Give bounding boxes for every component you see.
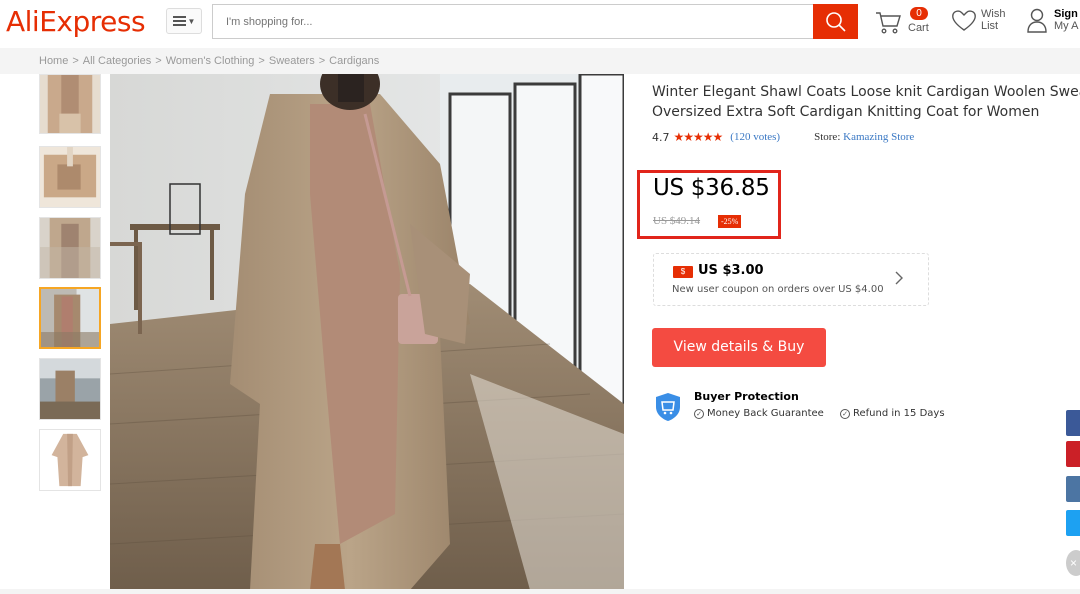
- search-button[interactable]: [813, 4, 858, 39]
- rating-row: 4.7 ★★★★★ (120 votes) Store: Kamazing St…: [652, 130, 1080, 144]
- search-input[interactable]: [213, 5, 813, 38]
- thumbnail-5[interactable]: [39, 358, 101, 420]
- view-details-buy-button[interactable]: View details & Buy: [652, 328, 826, 367]
- check-circle-icon: ✓: [840, 408, 850, 419]
- rating-stars-icon: ★★★★★: [673, 130, 724, 144]
- breadcrumb-home[interactable]: Home: [39, 55, 68, 67]
- coupon-amount: US $3.00: [698, 263, 764, 278]
- page-bottom-divider: [0, 589, 1080, 594]
- store-label: Store:: [814, 131, 841, 143]
- vk-share-icon[interactable]: [1066, 476, 1080, 502]
- wishlist-label-2: List: [981, 20, 999, 32]
- breadcrumb-cardigans[interactable]: Cardigans: [329, 55, 379, 67]
- signin-label: Sign: [1054, 8, 1078, 20]
- caret-down-icon: ▼: [187, 16, 196, 26]
- protection-item-label: Refund in 15 Days: [853, 408, 945, 419]
- heart-icon: [952, 10, 976, 31]
- shield-icon: [656, 393, 680, 421]
- close-share-icon[interactable]: ×: [1066, 550, 1080, 576]
- breadcrumb: Home > All Categories > Women's Clothing > Swe…: [0, 48, 1080, 74]
- thumbnail-1[interactable]: [39, 74, 101, 134]
- user-icon: [1027, 8, 1047, 33]
- wishlist-link[interactable]: Wish List: [950, 6, 1005, 34]
- breadcrumb-separator: >: [72, 55, 79, 67]
- breadcrumb-separator: >: [155, 55, 162, 67]
- categories-menu-button[interactable]: ▼: [166, 8, 202, 34]
- twitter-share-icon[interactable]: [1066, 510, 1080, 536]
- store-link[interactable]: Kamazing Store: [843, 131, 914, 143]
- rating-score: 4.7: [652, 130, 670, 144]
- coupon-icon: $: [673, 266, 693, 278]
- thumbnail-4[interactable]: [39, 287, 101, 349]
- protection-item-label: Money Back Guarantee: [707, 408, 824, 419]
- header: AliExpress ▼ Cart 0 Wish List: [0, 0, 1080, 46]
- cart-icon: [876, 12, 901, 34]
- protection-item-money-back: ✓ Money Back Guarantee: [694, 408, 824, 419]
- cart-label: Cart: [908, 22, 929, 34]
- account-link[interactable]: Sign My A: [1026, 6, 1078, 34]
- my-account-label: My A: [1054, 20, 1079, 32]
- facebook-share-icon[interactable]: [1066, 410, 1080, 436]
- aliexpress-logo[interactable]: AliExpress: [6, 5, 146, 38]
- original-price: US $49.14: [653, 215, 701, 227]
- current-price: US $36.85: [653, 175, 770, 201]
- main-product-image[interactable]: [110, 74, 624, 590]
- breadcrumb-all-categories[interactable]: All Categories: [83, 55, 151, 67]
- breadcrumb-sweaters[interactable]: Sweaters: [269, 55, 315, 67]
- search-box: [212, 4, 858, 39]
- protection-item-refund: ✓ Refund in 15 Days: [840, 408, 945, 419]
- coupon-description: New user coupon on orders over US $4.00: [672, 284, 884, 295]
- check-circle-icon: ✓: [694, 408, 704, 419]
- search-icon: [825, 11, 846, 32]
- menu-icon: [172, 16, 186, 26]
- buyer-protection-title: Buyer Protection: [694, 390, 799, 403]
- chevron-right-icon: [895, 271, 903, 285]
- discount-badge: -25%: [718, 215, 742, 228]
- store-info: Store: Kamazing Store: [814, 131, 914, 143]
- product-title-line-1: Winter Elegant Shawl Coats Loose knit Ca…: [652, 84, 1080, 100]
- thumbnail-6[interactable]: [39, 429, 101, 491]
- thumbnail-3[interactable]: [39, 217, 101, 279]
- votes-link[interactable]: (120 votes): [730, 131, 780, 143]
- thumbnail-2[interactable]: [39, 146, 101, 208]
- wishlist-label-1: Wish: [981, 8, 1006, 20]
- coupon-card[interactable]: $ US $3.00 New user coupon on orders ove…: [653, 253, 929, 306]
- product-info: Winter Elegant Shawl Coats Loose knit Ca…: [652, 82, 1080, 144]
- product-title-line-2: Oversized Extra Soft Cardigan Knitting C…: [652, 104, 1040, 120]
- breadcrumb-separator: >: [318, 55, 326, 67]
- cart-count-badge: 0: [910, 7, 928, 20]
- breadcrumb-separator: >: [258, 55, 265, 67]
- pinterest-share-icon[interactable]: [1066, 441, 1080, 467]
- breadcrumb-womens-clothing[interactable]: Women's Clothing: [166, 55, 255, 67]
